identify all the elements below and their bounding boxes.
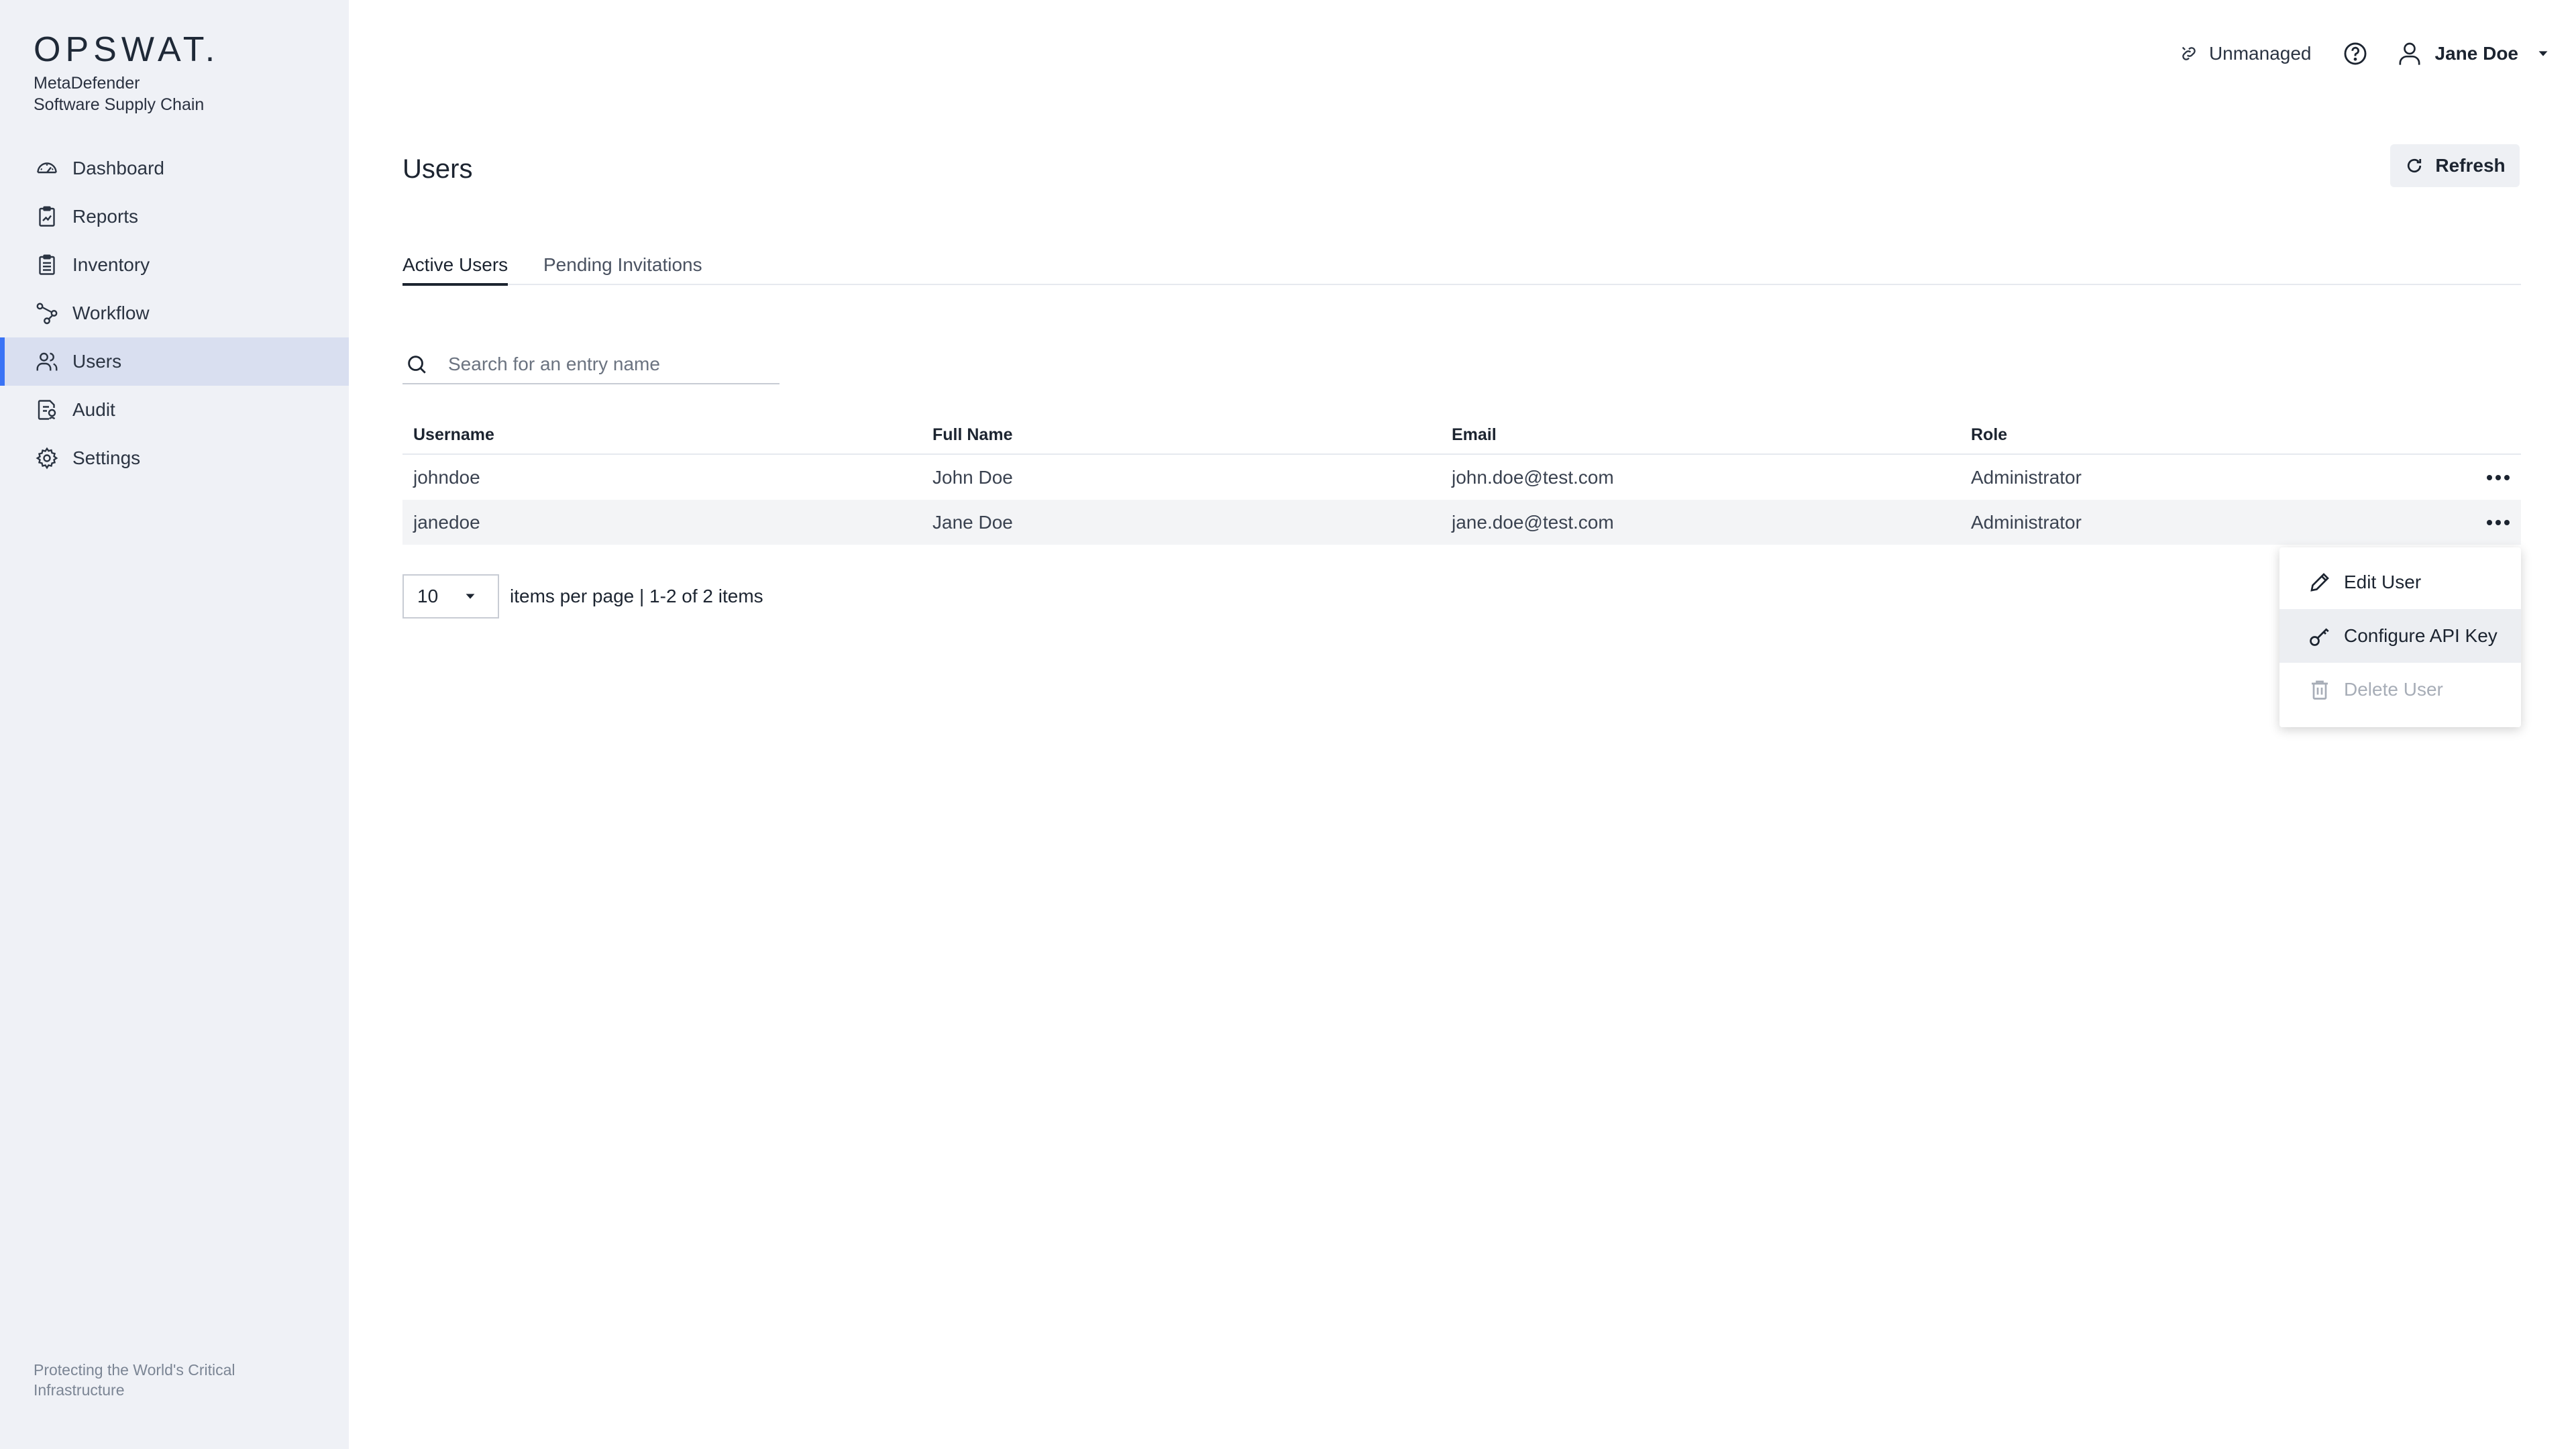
cell-email: john.doe@test.com (1452, 466, 1614, 488)
search-icon (408, 356, 426, 374)
unmanaged-label: Unmanaged (2208, 43, 2312, 64)
product-name-line1: MetaDefender (34, 74, 140, 93)
cell-username: johndoe (413, 466, 480, 488)
workflow-icon (36, 303, 58, 325)
sidebar: OPSWAT. MetaDefender Software Supply Cha… (0, 0, 349, 1449)
sidebar-item-audit[interactable]: Audit (0, 386, 349, 434)
help-icon[interactable] (2343, 41, 2368, 66)
sidebar-item-label: Inventory (72, 254, 150, 275)
sidebar-item-dashboard[interactable]: Dashboard (0, 144, 349, 193)
cell-username: janedoe (413, 511, 480, 533)
sidebar-item-reports[interactable]: Reports (0, 193, 349, 241)
link-icon (2182, 46, 2196, 60)
cell-email: jane.doe@test.com (1452, 511, 1614, 533)
refresh-button[interactable]: Refresh (2390, 144, 2520, 187)
user-menu[interactable]: Jane Doe (2396, 40, 2551, 67)
page-title: Users (402, 154, 473, 184)
column-header-email[interactable]: Email (1452, 425, 1497, 445)
pagination-summary: items per page | 1-2 of 2 items (510, 586, 763, 606)
brand: OPSWAT. MetaDefender Software Supply Cha… (34, 30, 219, 115)
trash-icon (2312, 680, 2328, 700)
top-bar: Unmanaged Jane Doe (2180, 34, 2576, 74)
sidebar-item-label: Audit (72, 399, 115, 420)
chevron-down-icon (2538, 51, 2548, 56)
tab-bar: Active Users Pending Invitations (402, 252, 2521, 286)
audit-icon (38, 400, 56, 420)
menu-item-label: Edit User (2344, 572, 2422, 592)
tab-pending-invitations[interactable]: Pending Invitations (543, 252, 702, 285)
menu-item-edit-user[interactable]: Edit User (2279, 555, 2521, 609)
product-name-line2: Software Supply Chain (34, 95, 205, 114)
settings-icon (36, 447, 58, 470)
refresh-label: Refresh (2435, 155, 2506, 176)
cell-full-name: John Doe (932, 466, 1013, 488)
menu-item-label: Delete User (2344, 679, 2443, 700)
user-name: Jane Doe (2434, 43, 2519, 64)
table-header: Username Full Name Email Role (402, 416, 2521, 455)
menu-item-configure-api-key[interactable]: Configure API Key (2279, 609, 2521, 663)
row-context-menu: Edit User Configure API Key Delete User (2279, 547, 2521, 727)
pencil-icon (2310, 573, 2329, 592)
items-per-page-select[interactable]: 10 (402, 574, 499, 619)
column-header-username[interactable]: Username (413, 425, 494, 445)
cell-full-name: Jane Doe (932, 511, 1013, 533)
user-icon (2399, 42, 2420, 65)
search-input[interactable] (447, 353, 769, 376)
cell-role: Administrator (1971, 466, 2082, 488)
chevron-down-icon (466, 594, 475, 599)
users-icon (36, 352, 58, 371)
row-actions-button[interactable] (2483, 508, 2513, 537)
search-box (402, 345, 780, 384)
opswat-logo[interactable]: OPSWAT. (34, 30, 219, 70)
sidebar-item-label: Dashboard (72, 158, 164, 178)
table-row[interactable]: johndoe John Doe john.doe@test.com Admin… (402, 455, 2521, 500)
sidebar-item-inventory[interactable]: Inventory (0, 241, 349, 289)
sidebar-item-label: Workflow (72, 303, 150, 323)
sidebar-item-users[interactable]: Users (0, 337, 349, 386)
sidebar-item-label: Settings (72, 447, 141, 468)
tab-active-users[interactable]: Active Users (402, 252, 508, 286)
column-header-role[interactable]: Role (1971, 425, 2007, 445)
pagination: 10 items per page | 1-2 of 2 items (402, 574, 763, 619)
dashboard-icon (37, 162, 57, 174)
sidebar-item-label: Users (72, 351, 122, 372)
row-actions-button[interactable] (2483, 463, 2513, 492)
inventory-icon (39, 254, 55, 275)
reports-icon (39, 206, 55, 227)
more-horizontal-icon (2487, 474, 2510, 480)
sidebar-item-label: Reports (72, 206, 139, 227)
sidebar-item-workflow[interactable]: Workflow (0, 289, 349, 337)
menu-item-label: Configure API Key (2344, 625, 2498, 646)
cell-role: Administrator (1971, 511, 2082, 533)
sidebar-footer-tagline: Protecting the World's Critical Infrastr… (34, 1361, 235, 1399)
key-icon (2310, 628, 2329, 646)
column-header-full-name[interactable]: Full Name (932, 425, 1012, 445)
table-row[interactable]: janedoe Jane Doe jane.doe@test.com Admin… (402, 500, 2521, 545)
refresh-icon (2408, 158, 2422, 173)
more-horizontal-icon (2487, 519, 2510, 525)
sidebar-nav: Dashboard Reports Inventory Workflow Use… (0, 144, 349, 482)
sidebar-item-settings[interactable]: Settings (0, 434, 349, 482)
users-table: Username Full Name Email Role johndoe Jo… (402, 416, 2521, 545)
unmanaged-status[interactable]: Unmanaged (2180, 43, 2312, 64)
menu-item-delete-user: Delete User (2279, 663, 2521, 716)
items-per-page-value: 10 (417, 586, 439, 606)
